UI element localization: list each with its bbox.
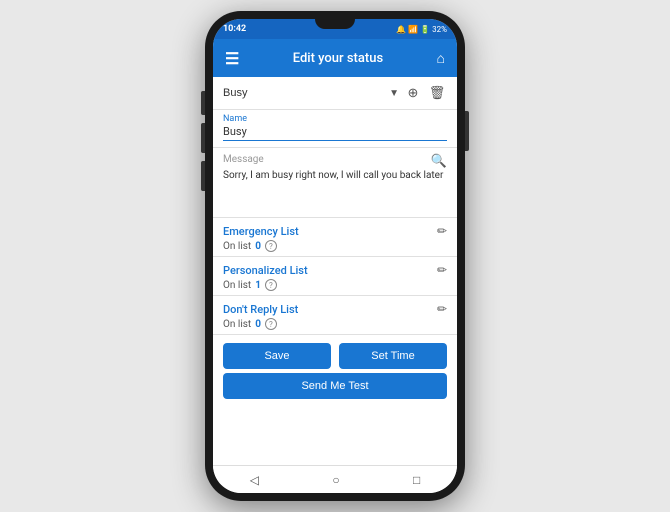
signal-icon: 📶 [408,25,418,34]
battery-icon: 🔋 [420,25,430,34]
personalized-list-count: 1 [255,280,261,291]
delete-status-button[interactable]: 🗑 [427,83,447,103]
emergency-list-title: Emergency List [223,225,299,238]
send-me-test-button[interactable]: Send Me Test [223,373,447,399]
dont-reply-help-icon[interactable]: ? [265,318,277,330]
silent-button [201,161,205,191]
dropdown-arrow-icon: ▼ [389,88,399,99]
menu-icon[interactable]: ☰ [225,49,239,68]
dont-reply-list-edit-icon[interactable]: ✏ [437,302,447,316]
dont-reply-list-section: Don't Reply List ✏ On list 0 ? [213,296,457,335]
personalized-list-title: Personalized List [223,264,308,277]
notification-icon: 🔔 [396,25,406,34]
dont-reply-list-sub: On list 0 ? [223,318,447,330]
name-field-group: Name Busy [213,110,457,148]
message-text[interactable]: Sorry, I am busy right now, I will call … [223,169,447,183]
phone-notch [315,19,355,29]
name-label: Name [223,114,447,124]
name-value[interactable]: Busy [223,125,447,138]
message-field-group: Message Sorry, I am busy right now, I wi… [213,148,457,218]
personalized-list-edit-icon[interactable]: ✏ [437,263,447,277]
volume-up-button [201,91,205,115]
save-button[interactable]: Save [223,343,331,369]
emergency-list-section: Emergency List ✏ On list 0 ? [213,218,457,257]
message-search-icon[interactable]: 🔍 [431,154,447,169]
app-header: ☰ Edit your status ⌂ [213,39,457,77]
main-content: Busy ▼ ⊕ 🗑 Name Busy Message Sorry, I am… [213,77,457,465]
emergency-list-edit-icon[interactable]: ✏ [437,224,447,238]
battery-percent: 32% [432,25,447,34]
page-title: Edit your status [239,51,436,66]
status-time: 10:42 [223,24,246,34]
volume-down-button [201,123,205,153]
status-dropdown-row: Busy ▼ ⊕ 🗑 [213,77,457,110]
name-underline [223,140,447,141]
emergency-list-header: Emergency List ✏ [223,224,447,238]
dont-reply-list-header: Don't Reply List ✏ [223,302,447,316]
personalized-on-list-label: On list [223,280,251,291]
nav-recent-button[interactable]: □ [413,473,420,487]
set-time-button[interactable]: Set Time [339,343,447,369]
emergency-on-list-label: On list [223,241,251,252]
personalized-list-sub: On list 1 ? [223,279,447,291]
power-button [465,111,469,151]
nav-back-button[interactable]: ◁ [250,473,259,487]
phone-device: 10:42 🔔 📶 🔋 32% ☰ Edit your status ⌂ Bus… [205,11,465,501]
personalized-help-icon[interactable]: ? [265,279,277,291]
emergency-list-count: 0 [255,241,261,252]
emergency-list-sub: On list 0 ? [223,240,447,252]
nav-home-button[interactable]: ○ [332,473,339,487]
status-select[interactable]: Busy [223,87,385,99]
home-icon[interactable]: ⌂ [437,50,445,67]
dont-reply-list-count: 0 [255,319,261,330]
emergency-help-icon[interactable]: ? [265,240,277,252]
dont-reply-list-title: Don't Reply List [223,303,298,316]
action-buttons-row: Save Set Time [213,335,457,373]
nav-bar: ◁ ○ □ [213,465,457,493]
personalized-list-header: Personalized List ✏ [223,263,447,277]
status-icons: 🔔 📶 🔋 32% [396,25,447,34]
personalized-list-section: Personalized List ✏ On list 1 ? [213,257,457,296]
phone-screen: 10:42 🔔 📶 🔋 32% ☰ Edit your status ⌂ Bus… [213,19,457,493]
message-placeholder: Message [223,154,447,165]
dont-reply-on-list-label: On list [223,319,251,330]
add-status-button[interactable]: ⊕ [403,83,423,103]
